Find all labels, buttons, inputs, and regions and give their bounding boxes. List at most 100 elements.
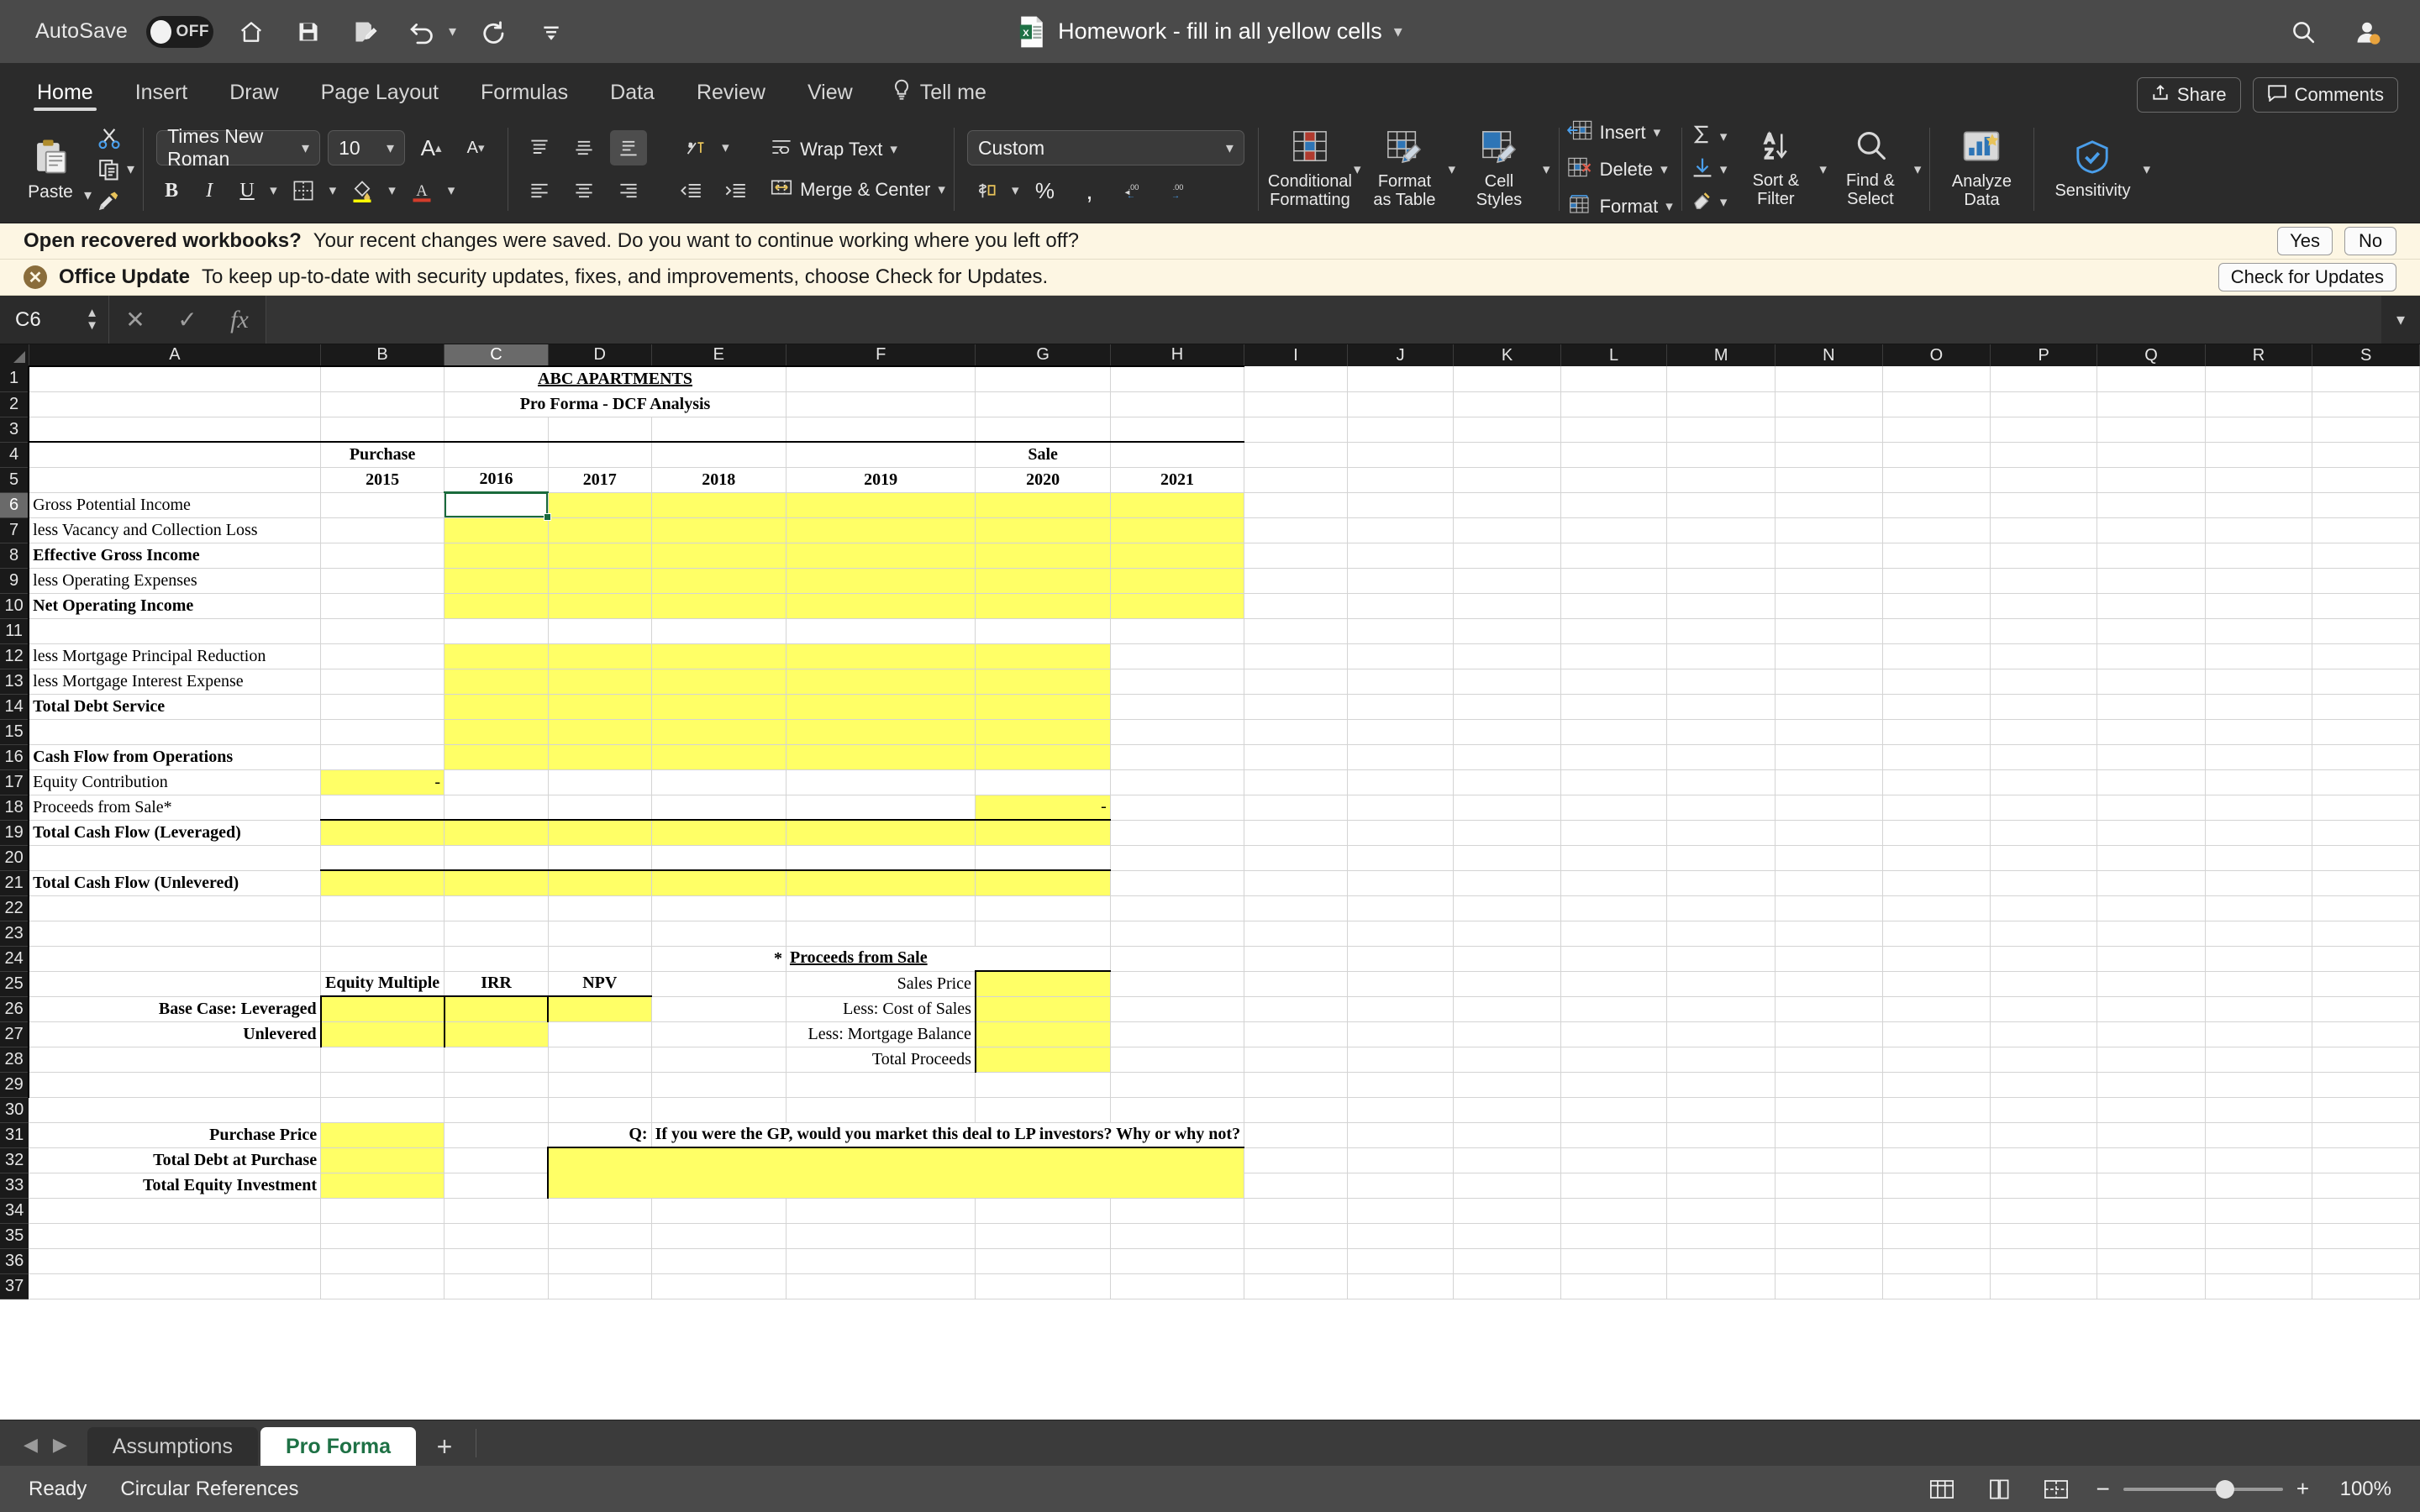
cell-answer-box[interactable] bbox=[547, 1147, 1245, 1199]
cell-A20[interactable] bbox=[28, 845, 322, 871]
cell-S10[interactable] bbox=[2312, 593, 2420, 619]
cell-R5[interactable] bbox=[2205, 467, 2313, 493]
cell-S27[interactable] bbox=[2312, 1021, 2420, 1047]
insert-cells-button[interactable]: Insert ▾ bbox=[1566, 117, 1673, 149]
cell-I24[interactable] bbox=[1244, 946, 1349, 972]
cell-Q35[interactable] bbox=[2096, 1223, 2206, 1249]
cell-C36[interactable] bbox=[444, 1248, 549, 1274]
cell-B17-equity-contribution-value[interactable]: - bbox=[320, 769, 445, 795]
cell-K21[interactable] bbox=[1453, 870, 1561, 896]
orientation-chevron-down-icon[interactable]: ▾ bbox=[722, 139, 729, 156]
cell-F13[interactable] bbox=[786, 669, 976, 695]
cell-H17[interactable] bbox=[1110, 769, 1245, 795]
cell-Q3[interactable] bbox=[2096, 417, 2206, 443]
cell-label-cash-flow-from-operations[interactable]: Cash Flow from Operations bbox=[28, 744, 322, 770]
recovered-yes-button[interactable]: Yes bbox=[2277, 227, 2333, 255]
cell-O15[interactable] bbox=[1882, 719, 1991, 745]
cell-C32[interactable] bbox=[444, 1147, 549, 1173]
cell-L34[interactable] bbox=[1560, 1198, 1668, 1224]
cell-P8[interactable] bbox=[1990, 543, 2098, 569]
cell-E16[interactable] bbox=[651, 744, 786, 770]
cell-S31[interactable] bbox=[2312, 1122, 2420, 1148]
cell-N28[interactable] bbox=[1775, 1047, 1883, 1073]
cell-Q12[interactable] bbox=[2096, 643, 2206, 669]
cell-styles-button[interactable]: Cell Styles bbox=[1455, 129, 1543, 209]
cell-H9[interactable] bbox=[1110, 568, 1245, 594]
tab-home[interactable]: Home bbox=[18, 69, 112, 116]
cell-H13[interactable] bbox=[1110, 669, 1245, 695]
cell-P36[interactable] bbox=[1990, 1248, 2098, 1274]
cell-styles-chevron-down-icon[interactable]: ▾ bbox=[1543, 161, 1550, 178]
merge-center-button[interactable]: Merge & Center ▾ bbox=[771, 174, 945, 206]
cell-S32[interactable] bbox=[2312, 1147, 2420, 1173]
cell-M33[interactable] bbox=[1666, 1173, 1776, 1199]
cell-year-2015[interactable]: 2015 bbox=[320, 467, 445, 493]
cell-label-base-case-leveraged[interactable]: Base Case: Leveraged bbox=[28, 996, 322, 1022]
cell-H1[interactable] bbox=[1110, 365, 1245, 392]
row-header-9[interactable]: 9 bbox=[0, 568, 29, 594]
cell-C23[interactable] bbox=[444, 921, 549, 947]
cell-S6[interactable] bbox=[2312, 492, 2420, 518]
cell-H36[interactable] bbox=[1110, 1248, 1245, 1274]
cell-I12[interactable] bbox=[1244, 643, 1349, 669]
cell-M25[interactable] bbox=[1666, 971, 1776, 997]
cell-label-total-proceeds[interactable]: Total Proceeds bbox=[786, 1047, 976, 1073]
cell-M11[interactable] bbox=[1666, 618, 1776, 644]
cell-Q9[interactable] bbox=[2096, 568, 2206, 594]
cell-H14[interactable] bbox=[1110, 694, 1245, 720]
cell-H10[interactable] bbox=[1110, 593, 1245, 619]
cell-E17[interactable] bbox=[651, 769, 786, 795]
cell-C8[interactable] bbox=[444, 543, 549, 569]
cell-G23[interactable] bbox=[975, 921, 1111, 947]
clear-chevron-down-icon[interactable]: ▾ bbox=[1720, 194, 1728, 211]
cell-C24[interactable] bbox=[444, 946, 549, 972]
cell-R18[interactable] bbox=[2205, 795, 2313, 821]
cell-M21[interactable] bbox=[1666, 870, 1776, 896]
cell-I7[interactable] bbox=[1244, 517, 1349, 543]
cell-F16[interactable] bbox=[786, 744, 976, 770]
cell-Q16[interactable] bbox=[2096, 744, 2206, 770]
cell-M1[interactable] bbox=[1666, 366, 1776, 392]
cell-K37[interactable] bbox=[1453, 1273, 1561, 1299]
cell-F36[interactable] bbox=[786, 1248, 976, 1274]
cell-M9[interactable] bbox=[1666, 568, 1776, 594]
cell-I25[interactable] bbox=[1244, 971, 1349, 997]
cell-C17[interactable] bbox=[444, 769, 549, 795]
cell-K14[interactable] bbox=[1453, 694, 1561, 720]
cell-R19[interactable] bbox=[2205, 820, 2313, 846]
name-box-spinner[interactable]: ▲ ▼ bbox=[86, 307, 108, 332]
confirm-icon[interactable]: ✓ bbox=[161, 306, 213, 333]
cell-O18[interactable] bbox=[1882, 795, 1991, 821]
cell-J2[interactable] bbox=[1347, 391, 1455, 417]
cell-L14[interactable] bbox=[1560, 694, 1668, 720]
cell-J14[interactable] bbox=[1347, 694, 1455, 720]
cell-M35[interactable] bbox=[1666, 1223, 1776, 1249]
cell-F9[interactable] bbox=[786, 568, 976, 594]
cell-L11[interactable] bbox=[1560, 618, 1668, 644]
cell-B30[interactable] bbox=[320, 1097, 445, 1123]
cell-K36[interactable] bbox=[1453, 1248, 1561, 1274]
cell-label-total-cash-flow-unlevered[interactable]: Total Cash Flow (Unlevered) bbox=[28, 870, 322, 896]
cell-Q14[interactable] bbox=[2096, 694, 2206, 720]
row-header-6[interactable]: 6 bbox=[0, 492, 29, 518]
cell-K17[interactable] bbox=[1453, 769, 1561, 795]
row-header-15[interactable]: 15 bbox=[0, 719, 29, 745]
cell-P7[interactable] bbox=[1990, 517, 2098, 543]
cell-H8[interactable] bbox=[1110, 543, 1245, 569]
cell-R20[interactable] bbox=[2205, 845, 2313, 871]
add-sheet-button[interactable]: + bbox=[418, 1427, 471, 1466]
cell-E12[interactable] bbox=[651, 643, 786, 669]
row-header-34[interactable]: 34 bbox=[0, 1198, 29, 1224]
cell-Q34[interactable] bbox=[2096, 1198, 2206, 1224]
zoom-thumb[interactable] bbox=[2216, 1479, 2234, 1499]
cell-E14[interactable] bbox=[651, 694, 786, 720]
cell-R3[interactable] bbox=[2205, 417, 2313, 443]
shrink-font-button[interactable]: A ▾ bbox=[457, 130, 494, 165]
align-middle-button[interactable] bbox=[566, 130, 602, 165]
cell-O31[interactable] bbox=[1882, 1122, 1991, 1148]
tab-draw[interactable]: Draw bbox=[211, 69, 297, 116]
cell-B31-purchase-price-value[interactable] bbox=[320, 1122, 445, 1148]
cell-J5[interactable] bbox=[1347, 467, 1455, 493]
cell-L25[interactable] bbox=[1560, 971, 1668, 997]
cell-S23[interactable] bbox=[2312, 921, 2420, 947]
